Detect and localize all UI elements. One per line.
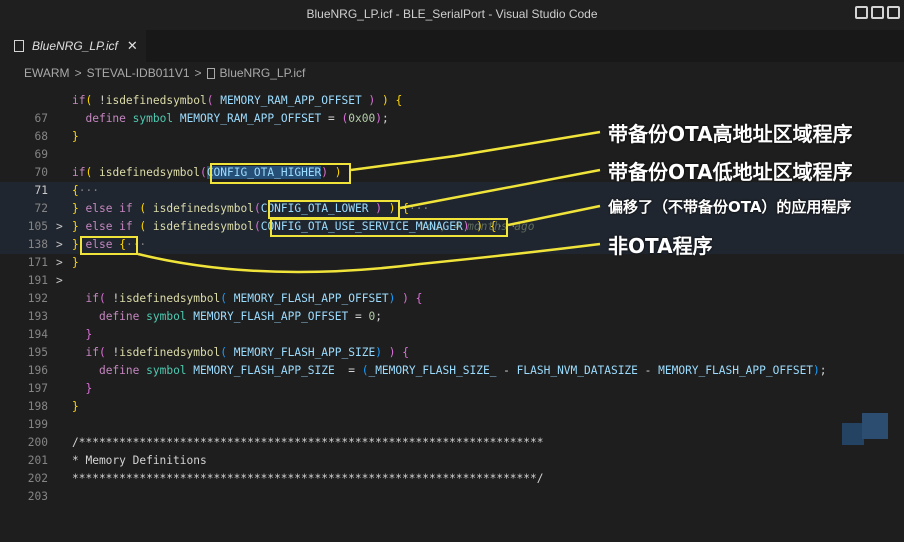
highlight-box-ota-higher [210, 163, 351, 184]
annotation-service-manager: 偏移了（不带备份OTA）的应用程序 [608, 198, 852, 216]
watermark-logo-icon [842, 413, 888, 445]
code-text: if( !isdefinedsymbol( MEMORY_RAM_APP_OFF… [72, 94, 403, 107]
tab-bluenrg-lp-icf[interactable]: BlueNRG_LP.icf ✕ [0, 30, 146, 62]
code-line: 192 [0, 272, 904, 305]
code-text: * Memory Definitions [72, 454, 207, 467]
code-text: } [72, 130, 79, 143]
code-line: 198 } [0, 380, 904, 413]
toggle-sidebar-icon[interactable] [855, 6, 868, 19]
code-line: 196 if( !isdefinedsymbol( MEMORY_FLASH_A… [0, 344, 904, 377]
code-text: } [72, 400, 79, 413]
code-text: {··· [72, 184, 99, 197]
layout-icon[interactable] [887, 6, 900, 19]
code-editor[interactable]: 67 if( !isdefinedsymbol( MEMORY_RAM_APP_… [0, 84, 904, 503]
code-text: define symbol MEMORY_FLASH_APP_OFFSET = … [98, 310, 382, 323]
tab-label: BlueNRG_LP.icf [32, 39, 118, 53]
annotation-non-ota: 非OTA程序 [608, 234, 713, 258]
file-icon [14, 40, 24, 52]
breadcrumb-item-ewarm[interactable]: EWARM [24, 66, 70, 80]
editor-tabs: BlueNRG_LP.icf ✕ [0, 30, 904, 62]
code-line: 199 } [0, 398, 904, 431]
code-line: 191 } [0, 254, 904, 287]
code-line: 200 [0, 416, 904, 449]
breadcrumb-item-file[interactable]: BlueNRG_LP.icf [220, 66, 306, 80]
code-line: 203 ************************************… [0, 470, 904, 503]
code-text: /***************************************… [72, 436, 544, 449]
breadcrumb: EWARM > STEVAL-IDB011V1 > BlueNRG_LP.icf [0, 62, 904, 84]
code-line: 67 if( !isdefinedsymbol( MEMORY_RAM_APP_… [0, 92, 904, 125]
code-line: 195 } [0, 326, 904, 359]
window-controls [855, 6, 900, 19]
line-number: 203 [27, 490, 48, 503]
code-text: } [85, 382, 93, 395]
breadcrumb-separator: > [194, 66, 202, 80]
code-line: 194 define symbol MEMORY_FLASH_APP_OFFSE… [0, 308, 904, 341]
file-icon [206, 67, 215, 79]
code-line: 197 define symbol MEMORY_FLASH_APP_SIZE … [0, 362, 904, 395]
code-text: } [85, 328, 93, 341]
code-text: } [72, 256, 79, 269]
code-text: if( !isdefinedsymbol( MEMORY_FLASH_APP_O… [85, 292, 423, 305]
highlight-box-service-manager [270, 218, 508, 237]
title-bar: BlueNRG_LP.icf - BLE_SerialPort - Visual… [0, 0, 904, 31]
close-icon[interactable]: ✕ [127, 39, 138, 54]
code-text: define symbol MEMORY_FLASH_APP_SIZE = (_… [98, 364, 827, 377]
code-text: if( !isdefinedsymbol( MEMORY_FLASH_APP_S… [85, 346, 409, 359]
code-line: 202 * Memory Definitions [0, 452, 904, 485]
annotation-ota-low: 带备份OTA低地址区域程序 [608, 160, 853, 184]
code-text: define symbol MEMORY_RAM_APP_OFFSET = (0… [85, 112, 389, 125]
code-text: ****************************************… [72, 472, 544, 485]
window-title: BlueNRG_LP.icf - BLE_SerialPort - Visual… [306, 7, 598, 21]
breadcrumb-item-steval[interactable]: STEVAL-IDB011V1 [87, 66, 190, 80]
code-line: 201 /***********************************… [0, 434, 904, 467]
toggle-panel-icon[interactable] [871, 6, 884, 19]
highlight-box-else [80, 236, 138, 255]
annotation-ota-high: 带备份OTA高地址区域程序 [608, 122, 853, 146]
highlight-box-ota-lower [268, 200, 400, 219]
code-line: 193 if( !isdefinedsymbol( MEMORY_FLASH_A… [0, 290, 904, 323]
breadcrumb-separator: > [74, 66, 82, 80]
